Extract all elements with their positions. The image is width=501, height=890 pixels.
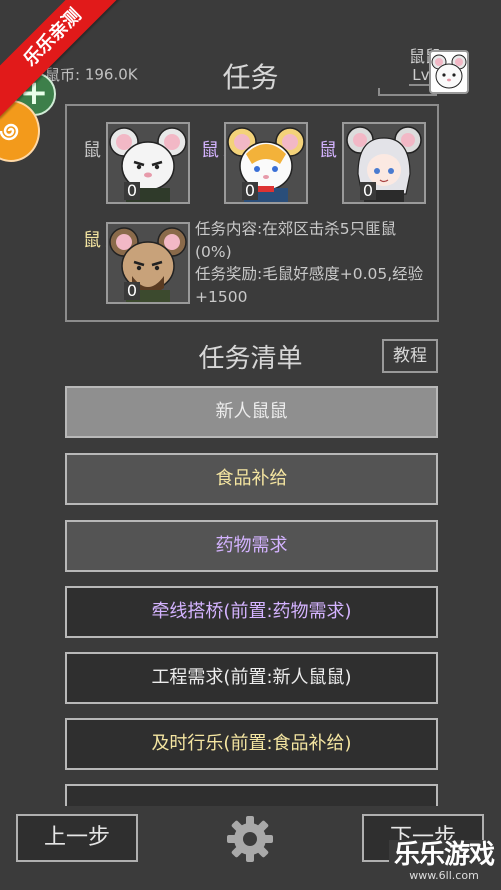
task-item-food-supply[interactable]: 食品补给 xyxy=(65,453,438,505)
task-item-matchmaking[interactable]: 牵线搭桥(前置:药物需求) xyxy=(65,586,438,638)
hunter-mouse-portrait-icon xyxy=(109,227,187,302)
task-item-enjoy-life[interactable]: 及时行乐(前置:食品补给) xyxy=(65,718,438,770)
character-portrait xyxy=(224,122,308,204)
player-avatar[interactable] xyxy=(429,50,469,94)
task-item-medicine-demand[interactable]: 药物需求 xyxy=(65,520,438,572)
task-reward: 任务奖励:毛鼠好感度+0.05,经验+1500 xyxy=(195,265,424,306)
white-mouse-icon xyxy=(431,54,467,89)
task-description: 任务内容:在郊区击杀5只匪鼠(0%) 任务奖励:毛鼠好感度+0.05,经验+15… xyxy=(195,218,430,308)
task-item-engineering[interactable]: 工程需求(前置:新人鼠鼠) xyxy=(65,652,438,704)
settings-button[interactable] xyxy=(225,814,275,864)
task-item-partial[interactable] xyxy=(65,784,438,806)
site-watermark: 乐乐游戏 www.6ll.com xyxy=(389,840,499,886)
rice-mouse-portrait-icon xyxy=(227,127,305,202)
task-detail-panel: 毛鼠 0 米鼠 xyxy=(65,104,439,322)
character-portrait xyxy=(342,122,426,204)
character-count: 0 xyxy=(360,182,376,200)
gear-icon xyxy=(227,816,273,862)
prev-step-button[interactable]: 上一步 xyxy=(16,814,138,862)
spiral-icon xyxy=(0,123,19,141)
doctor-mouse-portrait-icon xyxy=(346,126,422,202)
character-count: 0 xyxy=(242,182,258,200)
task-item-newcomer[interactable]: 新人鼠鼠 xyxy=(65,386,438,438)
task-content: 任务内容:在郊区击杀5只匪鼠(0%) xyxy=(195,220,397,261)
fur-mouse-portrait-icon xyxy=(109,127,187,202)
watermark-title: 乐乐游戏 xyxy=(393,840,495,870)
tutorial-button[interactable]: 教程 xyxy=(382,339,438,373)
character-portrait xyxy=(106,222,190,304)
character-portrait xyxy=(106,122,190,204)
character-count: 0 xyxy=(124,182,140,200)
character-count: 0 xyxy=(124,282,140,300)
watermark-url: www.6ll.com xyxy=(409,869,479,882)
